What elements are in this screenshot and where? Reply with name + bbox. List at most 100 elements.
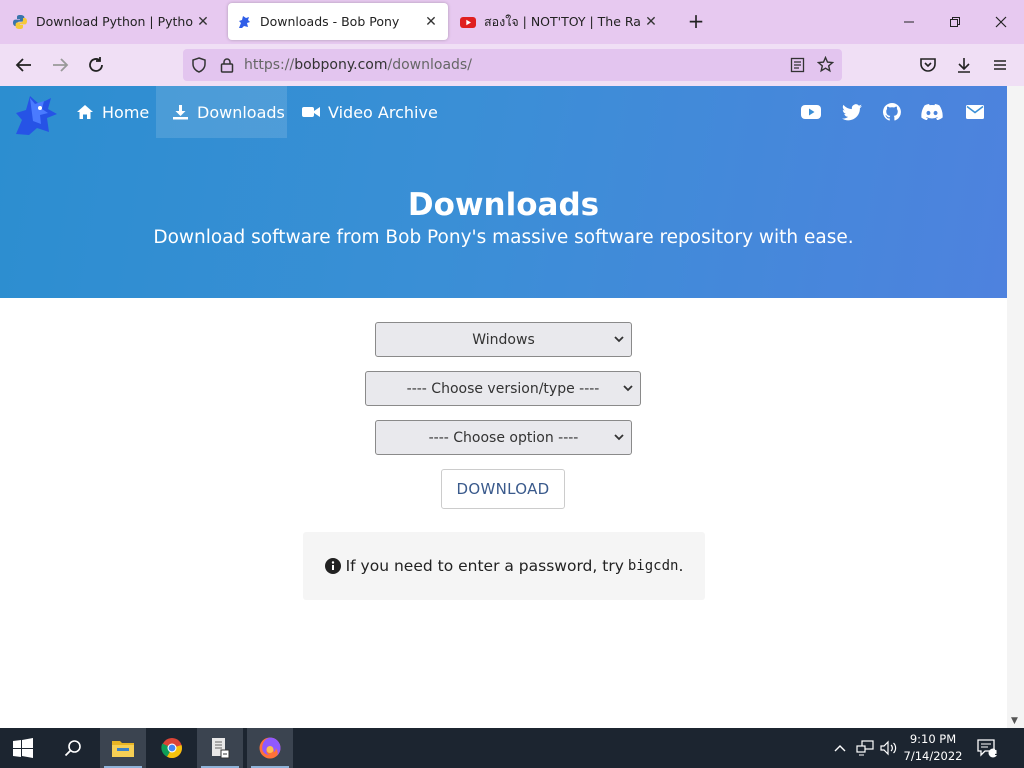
clock-date: 7/14/2022 — [903, 749, 963, 763]
tab-python[interactable]: Download Python | Python.org ✕ — [4, 3, 220, 40]
reload-button[interactable] — [82, 51, 110, 79]
taskbar: 9:10 PM 7/14/2022 1 — [0, 728, 1024, 768]
site-navbar: Home Downloads Video Archive — [0, 86, 1007, 138]
restore-icon — [950, 17, 960, 27]
nav-downloads-label: Downloads — [197, 102, 285, 122]
back-button[interactable] — [10, 51, 38, 79]
page-subtitle: Download software from Bob Pony's massiv… — [153, 227, 854, 248]
lock-icon — [220, 58, 234, 73]
youtube-icon — [801, 105, 821, 119]
github-link[interactable] — [881, 102, 903, 122]
youtube-icon — [460, 16, 476, 28]
menu-button[interactable] — [986, 51, 1014, 79]
discord-link[interactable] — [921, 102, 943, 122]
search-button[interactable] — [50, 728, 96, 768]
tab-bobpony[interactable]: Downloads - Bob Pony ✕ — [228, 3, 448, 40]
discord-icon — [921, 104, 943, 120]
network-icon — [856, 740, 874, 756]
option-select-value: ---- Choose option ---- — [428, 429, 579, 446]
action-center-button[interactable]: 1 — [972, 728, 1002, 768]
tab-title: Downloads - Bob Pony — [260, 14, 400, 29]
pocket-icon — [920, 58, 936, 72]
version-select[interactable]: ---- Choose version/type ---- — [365, 371, 641, 406]
bookmark-star-icon[interactable] — [817, 56, 834, 73]
download-arrow-icon — [958, 58, 970, 73]
bob-pony-logo[interactable] — [10, 88, 62, 140]
tab-title: สองใจ | NOT'TOY | The Rapper 2 — [484, 13, 642, 29]
hero-banner: Home Downloads Video Archive Downloads D… — [0, 86, 1007, 298]
nav-home-label: Home — [102, 102, 150, 122]
back-arrow-icon — [15, 58, 31, 72]
minimize-button[interactable] — [886, 8, 932, 36]
restore-button[interactable] — [932, 8, 978, 36]
home-icon — [77, 105, 93, 119]
taskbar-file-explorer[interactable] — [100, 728, 146, 768]
windows-logo-icon — [13, 738, 33, 758]
close-icon — [995, 16, 1007, 28]
download-button[interactable]: DOWNLOAD — [441, 469, 565, 509]
notification-count: 1 — [994, 748, 1001, 758]
option-select[interactable]: ---- Choose option ---- — [375, 420, 632, 455]
twitter-link[interactable] — [841, 102, 863, 122]
close-window-button[interactable] — [978, 8, 1024, 36]
shield-icon — [192, 57, 206, 73]
downloads-button[interactable] — [950, 51, 978, 79]
chevron-down-icon — [614, 336, 624, 343]
taskbar-firefox[interactable] — [247, 728, 293, 768]
page-scrollbar[interactable]: ▼ — [1007, 86, 1024, 728]
close-icon[interactable]: ✕ — [422, 14, 440, 30]
password-code: bigcdn — [627, 558, 679, 574]
firefox-icon — [259, 737, 281, 759]
tab-title: Download Python | Python.org — [36, 14, 194, 29]
chevron-down-icon — [614, 434, 624, 441]
new-tab-button[interactable]: + — [684, 10, 708, 34]
file-explorer-icon — [112, 741, 134, 757]
pocket-button[interactable] — [914, 51, 942, 79]
web-page: Home Downloads Video Archive Downloads D… — [0, 86, 1007, 728]
speaker-icon — [880, 740, 897, 756]
url-text: https://bobpony.com/downloads/ — [244, 57, 472, 73]
python-icon — [13, 14, 27, 29]
search-icon — [64, 740, 81, 757]
address-bar[interactable]: https://bobpony.com/downloads/ — [183, 49, 842, 81]
bobpony-icon — [239, 15, 250, 28]
video-camera-icon — [302, 107, 320, 117]
taskbar-chrome[interactable] — [149, 728, 195, 768]
nav-video-archive-label: Video Archive — [328, 102, 438, 122]
chevron-down-icon — [623, 385, 633, 392]
nav-downloads[interactable]: Downloads — [156, 86, 287, 138]
twitter-icon — [842, 103, 862, 120]
document-icon — [212, 738, 230, 759]
scroll-down-icon[interactable]: ▼ — [1011, 716, 1018, 726]
hamburger-menu-icon — [994, 60, 1006, 70]
network-tray-button[interactable] — [852, 728, 878, 768]
os-select[interactable]: Windows — [375, 322, 632, 357]
page-title: Downloads — [407, 187, 600, 223]
navigation-toolbar: https://bobpony.com/downloads/ — [0, 44, 1024, 86]
start-button[interactable] — [0, 728, 46, 768]
youtube-link[interactable] — [800, 102, 822, 122]
nav-home[interactable]: Home — [66, 86, 159, 138]
os-select-value: Windows — [472, 331, 535, 348]
minimize-icon — [904, 21, 914, 23]
password-notice: If you need to enter a password, try big… — [303, 532, 705, 600]
chrome-icon — [161, 738, 182, 759]
volume-tray-button[interactable] — [877, 728, 901, 768]
tab-youtube[interactable]: สองใจ | NOT'TOY | The Rapper 2 ✕ — [452, 3, 668, 40]
close-icon[interactable]: ✕ — [194, 14, 212, 30]
info-icon — [324, 558, 341, 574]
reader-view-icon[interactable] — [790, 57, 805, 73]
taskbar-document-app[interactable] — [197, 728, 243, 768]
forward-arrow-icon — [53, 58, 69, 72]
notice-text: If you need to enter a password, try — [345, 557, 624, 575]
close-icon[interactable]: ✕ — [642, 14, 660, 30]
nav-video-archive[interactable]: Video Archive — [302, 86, 438, 138]
reload-icon — [89, 57, 103, 72]
chevron-up-icon — [834, 745, 846, 752]
email-link[interactable] — [964, 102, 986, 122]
download-icon — [173, 105, 188, 120]
forward-button[interactable] — [46, 51, 74, 79]
show-hidden-icons-button[interactable] — [828, 728, 852, 768]
system-clock[interactable]: 9:10 PM 7/14/2022 — [900, 731, 966, 765]
mail-icon — [966, 105, 984, 119]
